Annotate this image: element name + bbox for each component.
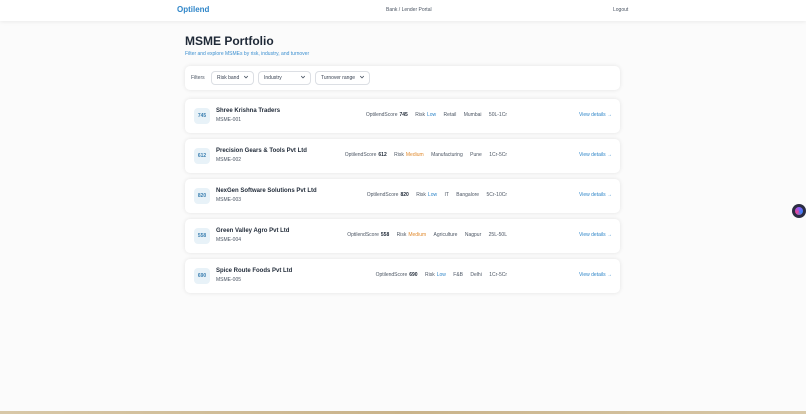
- city-value: Bangalore: [456, 192, 480, 198]
- turnover-value: 50L-1Cr: [488, 112, 507, 118]
- assistant-orb-icon: [795, 207, 803, 215]
- score-label: OptilendScore: [344, 152, 377, 158]
- filters-bar: Filters Risk band Industry Turnover rang…: [185, 66, 620, 90]
- msme-code: MSME-001: [216, 117, 242, 123]
- score-badge: 558: [194, 228, 210, 244]
- msme-card: 820 NexGen Software Solutions Pvt Ltd MS…: [185, 179, 620, 213]
- score-label: OptilendScore: [366, 192, 399, 198]
- score-label: OptilendScore: [347, 232, 379, 238]
- industry-value: F&B: [453, 272, 464, 278]
- score-value: 558: [380, 232, 390, 238]
- view-details-link[interactable]: View details →: [579, 152, 612, 158]
- industry-value: IT: [444, 192, 449, 198]
- msme-meta: OptilendScore 820 Risk Low IT Bangalore 5C…: [361, 192, 507, 198]
- msme-code: MSME-003: [216, 197, 242, 203]
- industry-value: Agriculture: [433, 232, 458, 238]
- industry-value: Manufacturing: [431, 152, 463, 158]
- score-value: 690: [409, 272, 418, 278]
- risk-label: Risk: [415, 112, 425, 118]
- msme-card: 612 Precision Gears & Tools Pvt Ltd MSME…: [185, 139, 620, 173]
- score-badge: 612: [194, 148, 210, 164]
- msme-code: MSME-004: [216, 237, 242, 243]
- msme-name: Precision Gears & Tools Pvt Ltd: [216, 148, 307, 154]
- msme-card: 745 Shree Krishna Traders MSME-001 Optil…: [185, 99, 620, 133]
- risk-value: Medium: [405, 152, 424, 158]
- score-badge: 745: [194, 108, 210, 124]
- turnover-value: 25L-50L: [488, 232, 507, 238]
- turnover-value: 5Cr-10Cr: [486, 192, 507, 198]
- msme-meta: OptilendScore 690 Risk Low F&B Delhi 1Cr-5…: [370, 272, 507, 278]
- turnover-range-select-label: Turnover range: [321, 75, 355, 81]
- chevron-down-icon: [359, 75, 365, 79]
- logout-link[interactable]: Logout: [613, 7, 628, 13]
- score-badge: 820: [194, 188, 210, 204]
- score-badge: 690: [194, 268, 210, 284]
- risk-label: Risk: [396, 232, 407, 238]
- city-value: Mumbai: [463, 112, 482, 118]
- view-details-link[interactable]: View details →: [579, 272, 612, 278]
- msme-name: Spice Route Foods Pvt Ltd: [216, 268, 293, 274]
- view-details-link[interactable]: View details →: [579, 232, 612, 238]
- risk-label: Risk: [416, 192, 426, 198]
- city-value: Delhi: [470, 272, 482, 278]
- msme-code: MSME-005: [216, 277, 242, 283]
- page-title: MSME Portfolio: [185, 34, 274, 48]
- score-value: 820: [400, 192, 409, 198]
- page-subtitle: Filter and explore MSMEs by risk, indust…: [185, 51, 310, 57]
- turnover-range-select[interactable]: Turnover range: [315, 71, 370, 85]
- view-details-link[interactable]: View details →: [579, 112, 612, 118]
- msme-name: Green Valley Agro Pvt Ltd: [216, 228, 290, 234]
- turnover-value: 1Cr-5Cr: [489, 152, 507, 158]
- city-value: Nagpur: [464, 232, 482, 238]
- risk-label: Risk: [394, 152, 404, 158]
- msme-card: 558 Green Valley Agro Pvt Ltd MSME-004 O…: [185, 219, 620, 253]
- score-label: OptilendScore: [375, 272, 408, 278]
- msme-name: Shree Krishna Traders: [216, 108, 281, 114]
- risk-value: Low: [436, 272, 446, 278]
- risk-value: Medium: [408, 232, 427, 238]
- score-value: 612: [378, 152, 387, 158]
- risk-value: Low: [427, 192, 438, 198]
- industry-select-label: Industry: [264, 75, 282, 81]
- msme-meta: OptilendScore 612 Risk Medium Manufacturin…: [339, 152, 507, 158]
- chevron-down-icon: [300, 75, 306, 79]
- risk-band-select-label: Risk band: [217, 75, 240, 81]
- score-label: OptilendScore: [365, 112, 398, 118]
- assistant-launcher-button[interactable]: [792, 204, 806, 218]
- turnover-value: 1Cr-5Cr: [489, 272, 507, 278]
- msme-card: 690 Spice Route Foods Pvt Ltd MSME-005 O…: [185, 259, 620, 293]
- risk-band-select[interactable]: Risk band: [211, 71, 254, 85]
- industry-value: Retail: [443, 112, 457, 118]
- msme-code: MSME-002: [216, 157, 242, 163]
- view-details-link[interactable]: View details →: [579, 192, 612, 198]
- portal-title: Bank / Lender Portal: [386, 7, 432, 13]
- msme-meta: OptilendScore 558 Risk Medium Agriculture …: [341, 232, 507, 238]
- score-value: 745: [399, 112, 408, 118]
- filters-label: Filters: [191, 75, 205, 81]
- brand-logo[interactable]: Optilend: [177, 5, 209, 14]
- city-value: Pune: [470, 152, 482, 158]
- top-nav-bar: Optilend Bank / Lender Portal Logout: [0, 0, 806, 21]
- chevron-down-icon: [243, 75, 249, 79]
- risk-value: Low: [426, 112, 437, 118]
- risk-label: Risk: [424, 272, 435, 278]
- industry-select[interactable]: Industry: [258, 71, 311, 85]
- msme-meta: OptilendScore 745 Risk Low Retail Mumbai 5…: [360, 112, 507, 118]
- msme-name: NexGen Software Solutions Pvt Ltd: [216, 188, 317, 194]
